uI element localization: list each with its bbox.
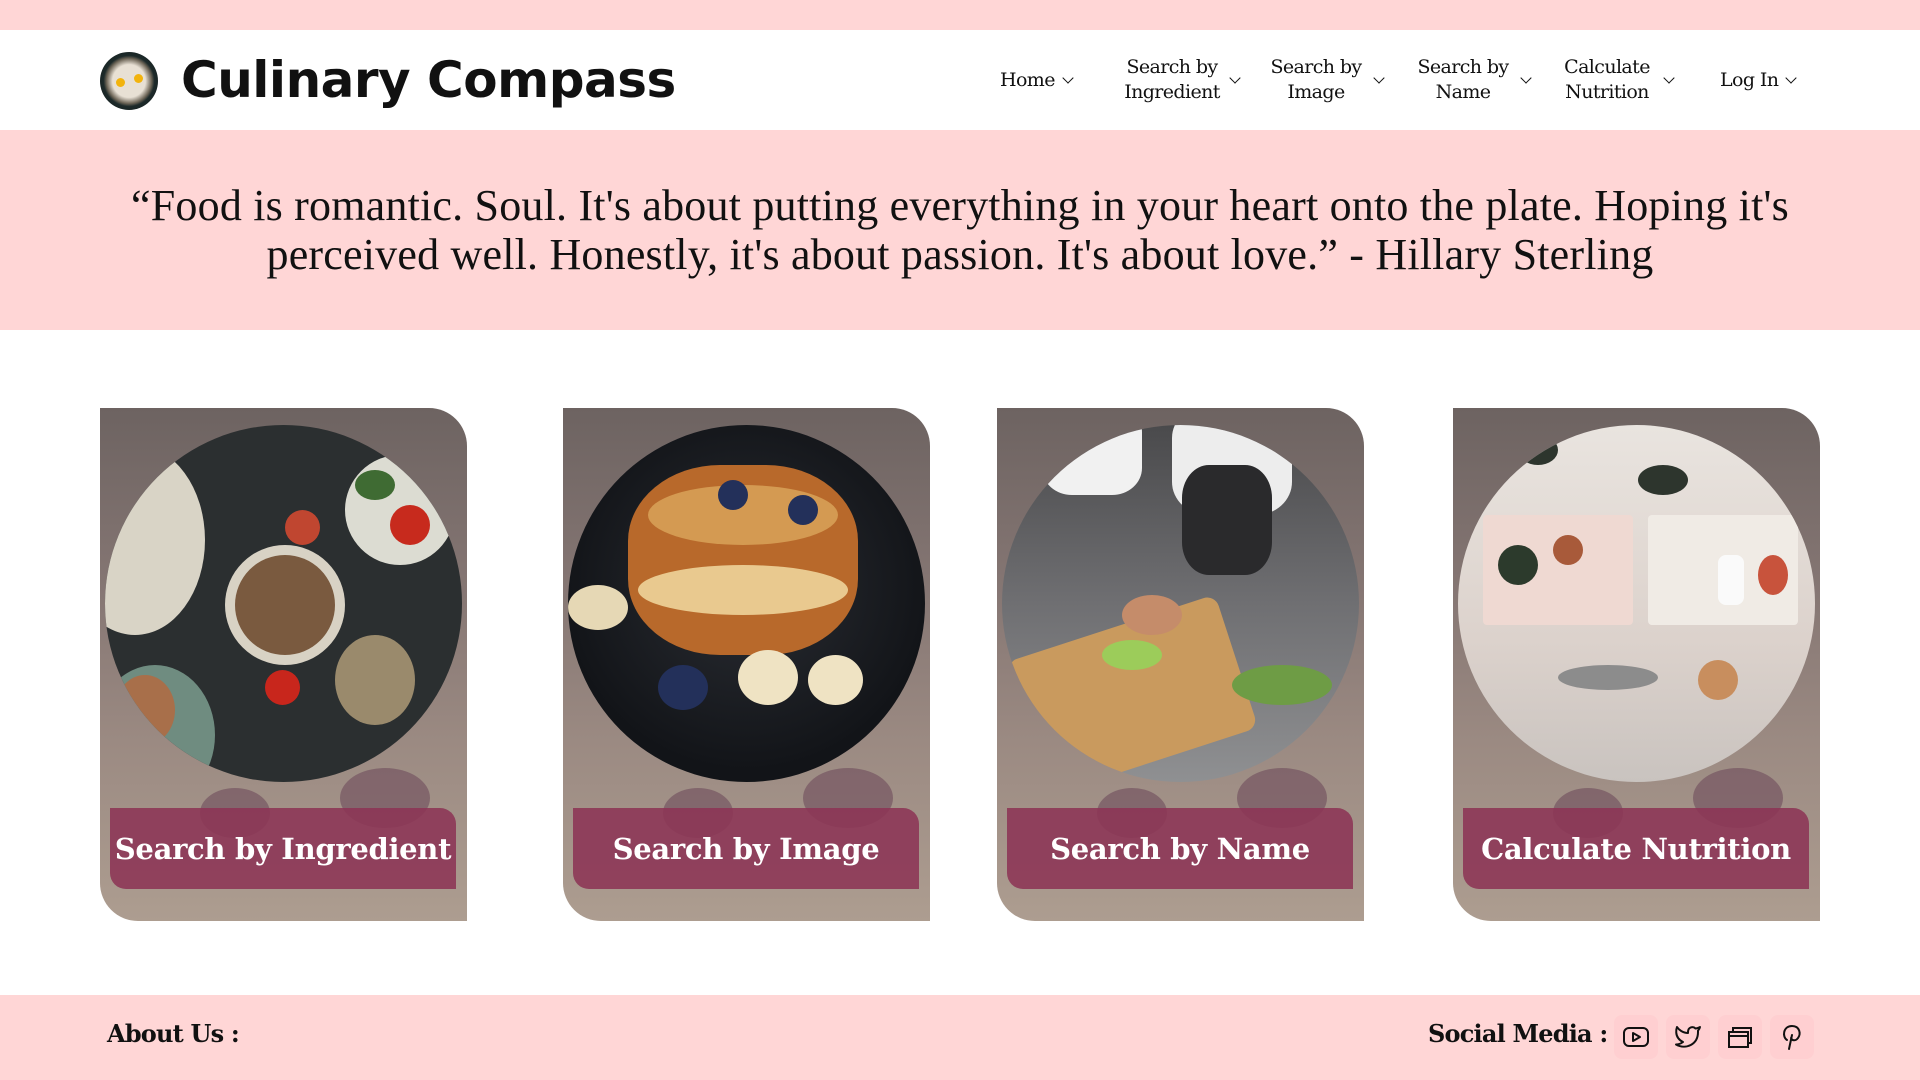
brand-title[interactable]: Culinary Compass — [181, 50, 676, 110]
pinterest-icon[interactable] — [1770, 1015, 1814, 1059]
calculate-nutrition-button[interactable]: Calculate Nutrition — [1463, 808, 1809, 889]
chevron-down-icon — [1663, 72, 1675, 84]
logo[interactable] — [100, 52, 158, 110]
nav-home[interactable]: Home — [1000, 30, 1074, 130]
youtube-icon[interactable] — [1614, 1015, 1658, 1059]
search-by-ingredient-button[interactable]: Search by Ingredient — [110, 808, 456, 889]
about-us-link[interactable]: About Us : — [107, 1019, 240, 1048]
nav-label: Calculate Nutrition — [1564, 56, 1650, 103]
top-strip — [0, 0, 1920, 30]
card-calculate-nutrition[interactable]: Calculate Nutrition — [1453, 408, 1820, 921]
windows-icon[interactable] — [1718, 1015, 1762, 1059]
search-by-name-button[interactable]: Search by Name — [1007, 808, 1353, 889]
nav-label: Search by Image — [1270, 56, 1362, 103]
nav-log-in[interactable]: Log In — [1720, 30, 1798, 130]
card-search-by-name[interactable]: Search by Name — [997, 408, 1364, 921]
nav-search-by-name[interactable]: Search by Name — [1413, 30, 1532, 130]
quote-text: “Food is romantic. Soul. It's about putt… — [131, 181, 1789, 279]
nav-label: Home — [1000, 68, 1055, 91]
chevron-down-icon — [1785, 72, 1798, 84]
social-media-label: Social Media : — [1428, 1019, 1608, 1048]
nav-label: Search by Ingredient — [1124, 56, 1220, 103]
chef-cutting-image — [1002, 425, 1359, 782]
search-by-image-button[interactable]: Search by Image — [573, 808, 919, 889]
quote-banner: “Food is romantic. Soul. It's about putt… — [0, 130, 1920, 330]
french-toast-image — [568, 425, 925, 782]
chevron-down-icon — [1373, 72, 1385, 84]
chevron-down-icon — [1062, 72, 1074, 84]
chevron-down-icon — [1520, 72, 1532, 84]
nav-label: Log In — [1720, 68, 1779, 91]
nav-label: Search by Name — [1417, 56, 1509, 103]
twitter-icon[interactable] — [1666, 1015, 1710, 1059]
nav-search-by-ingredient[interactable]: Search by Ingredient — [1122, 30, 1241, 130]
nav-search-by-image[interactable]: Search by Image — [1266, 30, 1385, 130]
footer: About Us : Social Media : — [0, 995, 1920, 1080]
ingredients-image — [105, 425, 462, 782]
nutrition-chart-image — [1458, 425, 1815, 782]
card-search-by-image[interactable]: Search by Image — [563, 408, 930, 921]
nav-calculate-nutrition[interactable]: Calculate Nutrition — [1558, 30, 1675, 130]
chevron-down-icon — [1229, 72, 1241, 84]
header: Culinary Compass Home Search by Ingredie… — [0, 30, 1920, 130]
card-search-by-ingredient[interactable]: Search by Ingredient — [100, 408, 467, 921]
